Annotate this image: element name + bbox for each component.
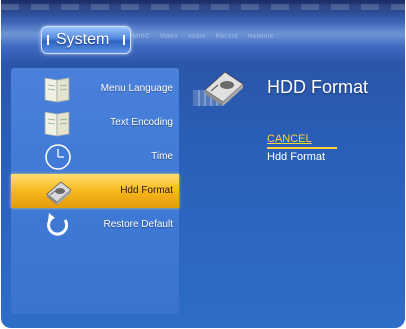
book-icon [44,77,70,103]
tab-system-label: System [56,31,110,48]
sidebar-item-time[interactable]: Time [11,140,179,174]
hdd-icon [46,181,72,205]
tab-record[interactable]: Record [216,34,238,40]
tab-misc[interactable]: MISC [133,34,150,40]
sidebar-item-text-encoding[interactable]: Text Encoding [11,106,179,140]
refresh-icon [47,213,69,236]
tab-system[interactable]: System [41,26,131,54]
tab-audio[interactable]: Audio [188,34,206,40]
page-title: HDD Format [267,77,369,97]
book-icon [44,111,70,137]
cancel-option[interactable]: CANCEL [267,133,312,145]
banner-shine [1,4,405,10]
hdd-format-option[interactable]: Hdd Format [267,151,325,163]
sidebar-item-label: Time [151,151,173,162]
tab-bar: MISC Video Audio Record Network [133,34,273,40]
selection-underline [267,147,337,149]
tab-left-mark [47,35,49,45]
tab-video[interactable]: Video [160,34,178,40]
tab-network[interactable]: Network [248,34,274,40]
sidebar-item-hdd-format[interactable]: Hdd Format [11,174,179,208]
sidebar-item-label: Text Encoding [110,117,173,128]
sidebar-item-label: Hdd Format [120,185,173,196]
tab-right-mark [123,35,125,45]
sidebar-item-restore-default[interactable]: Restore Default [11,208,179,242]
sidebar-item-label: Restore Default [103,219,173,230]
sidebar-item-menu-language[interactable]: Menu Language [11,72,179,106]
sidebar-menu: Menu Language Text Encoding Time Hdd For… [11,68,179,314]
hdd-icon [193,71,244,106]
tv-screen: System MISC Video Audio Record Network M… [1,0,405,328]
sidebar-item-label: Menu Language [100,83,173,94]
clock-icon [45,144,71,170]
